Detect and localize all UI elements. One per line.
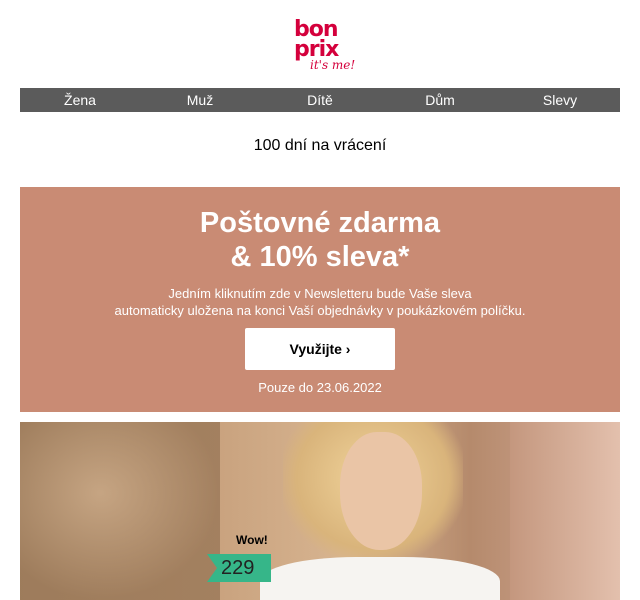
- nav-item-slevy[interactable]: Slevy: [500, 88, 620, 112]
- promo-description: Jedním kliknutím zde v Newsletteru bude …: [20, 285, 620, 319]
- nav-item-dite[interactable]: Dítě: [260, 88, 380, 112]
- category-nav: Žena Muž Dítě Dům Slevy: [20, 88, 620, 112]
- promo-desc-line1: Jedním kliknutím zde v Newsletteru bude …: [168, 286, 472, 301]
- logo-tagline: it's me!: [310, 58, 356, 72]
- promo-title: Poštovné zdarma & 10% sleva*: [20, 206, 620, 274]
- hero-curtain: [510, 422, 620, 600]
- hero-background: [20, 422, 220, 600]
- nav-item-dum[interactable]: Dům: [380, 88, 500, 112]
- hero-model-shirt: [260, 557, 500, 600]
- wow-label: Wow!: [236, 533, 268, 547]
- promo-banner: Poštovné zdarma & 10% sleva* Jedním klik…: [20, 187, 620, 412]
- promo-validity: Pouze do 23.06.2022: [258, 380, 382, 395]
- promo-title-line2: & 10% sleva*: [230, 241, 410, 273]
- logo-word-prix: prix: [294, 37, 339, 62]
- nav-item-zena[interactable]: Žena: [20, 88, 140, 112]
- promo-cta-button[interactable]: Využijte ›: [245, 328, 395, 370]
- promo-title-line1: Poštovné zdarma: [199, 207, 441, 239]
- brand-logo[interactable]: bon prix it's me!: [270, 18, 370, 78]
- hero-image[interactable]: [20, 422, 620, 600]
- promo-desc-line2: automaticky uložena na konci Vaší objedn…: [114, 303, 526, 318]
- nav-item-muz[interactable]: Muž: [140, 88, 260, 112]
- hero-model-face: [340, 432, 422, 550]
- returns-info: 100 dní na vrácení: [253, 137, 387, 154]
- price-value: 229: [221, 557, 255, 579]
